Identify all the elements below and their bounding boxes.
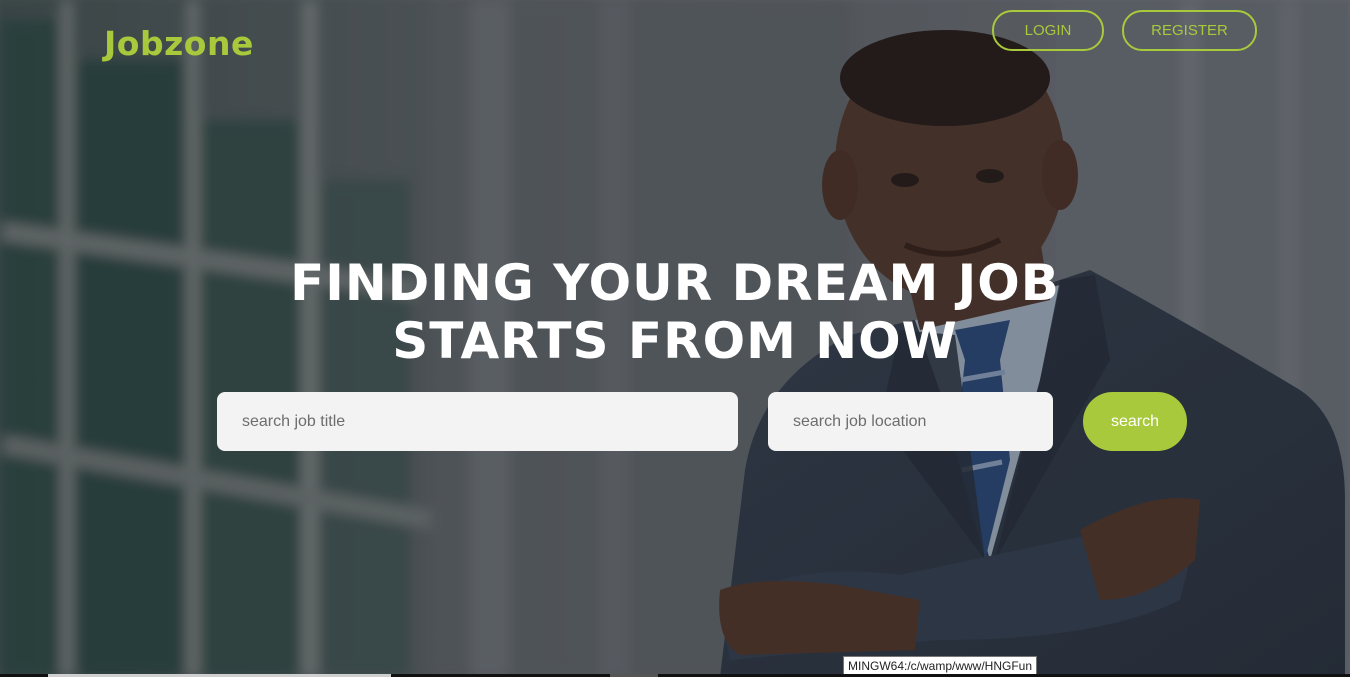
hero-headline-line-2: STARTS FROM NOW	[392, 312, 958, 370]
login-button[interactable]: LOGIN	[992, 10, 1104, 51]
brand-logo[interactable]: Jobzone	[104, 24, 254, 63]
taskbar-tooltip: MINGW64:/c/wamp/www/HNGFun	[843, 656, 1038, 676]
job-title-search-input[interactable]	[217, 392, 738, 451]
search-button[interactable]: search	[1083, 392, 1187, 451]
hero-headline: FINDING YOUR DREAM JOB STARTS FROM NOW	[175, 254, 1175, 370]
register-button[interactable]: REGISTER	[1122, 10, 1257, 51]
job-location-search-input[interactable]	[768, 392, 1053, 451]
hero-headline-line-1: FINDING YOUR DREAM JOB	[290, 254, 1060, 312]
